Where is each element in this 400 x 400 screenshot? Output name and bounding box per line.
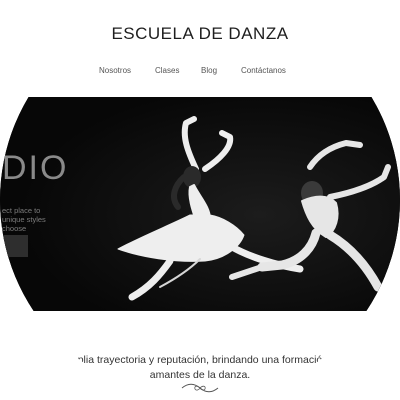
nav-item-contactanos[interactable]: Contáctanos [241, 66, 286, 75]
intro-line-1: amplia trayectoria y reputación, brindan… [63, 354, 337, 366]
intro-line-2: amantes de la danza. [149, 369, 251, 381]
hero-overlay-line: unique styles [2, 215, 46, 224]
hero-banner: DIO ect place to unique styles choose [0, 97, 400, 311]
nav-item-nosotros[interactable]: Nosotros [99, 66, 131, 75]
intro-text: amplia trayectoria y reputación, brindan… [0, 353, 400, 383]
nav-item-clases[interactable]: Clases [155, 66, 179, 75]
nav-item-blog[interactable]: Blog [201, 66, 217, 75]
hero-overlay-line: choose [2, 224, 27, 233]
hero-overlay-line: ect place to [2, 206, 41, 215]
main-nav: Nosotros Clases Blog Contáctanos [0, 66, 400, 78]
hero-overlay-title: DIO [2, 149, 69, 187]
site-brand[interactable]: ESCUELA DE DANZA [0, 24, 400, 44]
hero-overlay-button[interactable] [0, 235, 28, 257]
ornament-divider-icon [181, 383, 219, 393]
page-viewport: ESCUELA DE DANZA Nosotros Clases Blog Co… [0, 0, 400, 400]
dancers-photo [0, 97, 400, 311]
